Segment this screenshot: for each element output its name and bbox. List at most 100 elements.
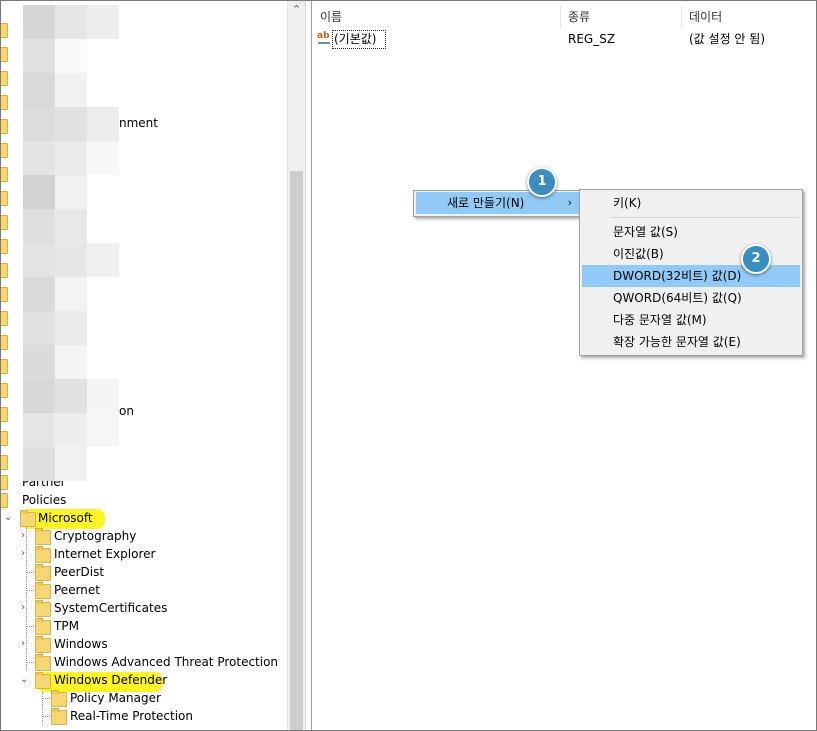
string-value-icon: ab bbox=[317, 31, 331, 45]
menu-item-label: 이진값(B) bbox=[613, 247, 664, 261]
tree-guide-line bbox=[27, 662, 34, 663]
folder-icon bbox=[35, 654, 51, 671]
tree-guide-line bbox=[43, 716, 50, 717]
folder-icon bbox=[1, 143, 8, 158]
folder-icon bbox=[51, 690, 67, 707]
tree-item-windows-atp[interactable]: Windows Advanced Threat Protection bbox=[1, 653, 285, 671]
chevron-right-icon[interactable]: › bbox=[21, 527, 25, 545]
folder-icon bbox=[1, 359, 8, 374]
step-badge-2: 2 bbox=[741, 244, 771, 274]
folder-icon bbox=[1, 311, 8, 326]
folder-icon bbox=[35, 564, 51, 581]
menu-item-label: 문자열 값(S) bbox=[613, 225, 678, 239]
folder-icon bbox=[20, 510, 36, 527]
folder-icon bbox=[35, 636, 51, 653]
tree-item-label: Real-Time Protection bbox=[70, 709, 193, 723]
tree-partial-label: nment bbox=[119, 116, 158, 130]
menu-item-label: 새로 만들기(N) bbox=[447, 196, 525, 210]
menu-item-key[interactable]: 키(K) bbox=[582, 192, 800, 214]
tree-guide-line bbox=[27, 590, 34, 591]
menu-separator bbox=[610, 217, 799, 218]
chevron-right-icon[interactable]: › bbox=[21, 635, 25, 653]
tree-item-label: TPM bbox=[54, 619, 79, 633]
chevron-up-icon[interactable]: ⌃ bbox=[288, 3, 305, 16]
tree-item-microsoft[interactable]: ⌄ Microsoft bbox=[1, 509, 121, 527]
tree-item-peernet[interactable]: Peernet bbox=[1, 581, 261, 599]
values-list: 이름 종류 데이터 ab (기본값) REG_SZ (값 설정 안 됨) bbox=[312, 1, 816, 730]
tree-item-label: Policy Manager bbox=[70, 691, 161, 705]
chevron-down-icon[interactable]: ⌄ bbox=[4, 509, 12, 527]
menu-item-new[interactable]: 새로 만들기(N) › bbox=[416, 192, 582, 214]
value-data: (값 설정 안 됨) bbox=[689, 32, 766, 46]
folder-icon bbox=[1, 287, 8, 302]
column-header-data[interactable]: 데이터 bbox=[689, 6, 722, 28]
tree-item-label: Microsoft bbox=[38, 511, 93, 525]
tree-item-label: Peernet bbox=[54, 583, 100, 597]
menu-item-label: QWORD(64비트) 값(Q) bbox=[613, 291, 742, 305]
folder-icon bbox=[35, 546, 51, 563]
scrollbar-thumb[interactable] bbox=[290, 171, 303, 730]
tree-item-policies[interactable]: Policies bbox=[1, 491, 121, 509]
tree-guide-line bbox=[27, 572, 34, 573]
registry-editor-window: nment on Partner Policies ⌄ Microsoft › … bbox=[0, 0, 817, 731]
chevron-right-icon[interactable]: › bbox=[21, 599, 25, 617]
column-separator[interactable] bbox=[560, 6, 561, 28]
menu-item-string-value[interactable]: 문자열 값(S) bbox=[582, 221, 800, 243]
folder-icon bbox=[35, 582, 51, 599]
column-separator[interactable] bbox=[681, 6, 682, 28]
tree-partial-label: on bbox=[119, 404, 134, 418]
tree-guide-line bbox=[43, 698, 50, 699]
chevron-right-icon[interactable]: › bbox=[21, 545, 25, 563]
value-name: (기본값) bbox=[334, 32, 377, 46]
value-type: REG_SZ bbox=[568, 32, 616, 46]
tree-item-internet-explorer[interactable]: › Internet Explorer bbox=[1, 545, 261, 563]
folder-icon bbox=[1, 407, 8, 422]
tree-item-windows-defender[interactable]: ⌄ Windows Defender bbox=[1, 671, 261, 689]
menu-item-qword-value[interactable]: QWORD(64비트) 값(Q) bbox=[582, 287, 800, 309]
tree-scrollbar[interactable]: ⌃ bbox=[287, 1, 305, 730]
redacted-area bbox=[23, 5, 119, 481]
tree-item-label: PeerDist bbox=[54, 565, 105, 579]
tree-item-tpm[interactable]: TPM bbox=[1, 617, 261, 635]
column-header-name[interactable]: 이름 bbox=[320, 6, 342, 28]
folder-icon bbox=[1, 47, 8, 62]
menu-item-expandable-string-value[interactable]: 확장 가능한 문자열 값(E) bbox=[582, 331, 800, 353]
folder-icon bbox=[1, 71, 8, 86]
folder-icon bbox=[1, 167, 8, 182]
folder-icon bbox=[1, 431, 8, 446]
tree-item-label: Windows bbox=[54, 637, 108, 651]
folder-icon bbox=[1, 239, 8, 254]
tree-item-label: Internet Explorer bbox=[54, 547, 156, 561]
tree-item-cryptography[interactable]: › Cryptography bbox=[1, 527, 261, 545]
step-badge-1: 1 bbox=[527, 167, 557, 197]
menu-item-label: 다중 문자열 값(M) bbox=[613, 313, 707, 327]
tree-item-label: Partner bbox=[22, 475, 66, 489]
tree-guide-line bbox=[27, 626, 34, 627]
folder-icon bbox=[35, 618, 51, 635]
tree-item-policy-manager[interactable]: Policy Manager bbox=[1, 689, 261, 707]
tree-item-partner[interactable]: Partner bbox=[1, 473, 121, 491]
folder-icon bbox=[51, 708, 67, 725]
folder-icon bbox=[1, 23, 8, 38]
folder-icon bbox=[1, 455, 8, 470]
folder-icon bbox=[1, 335, 8, 350]
folder-icon bbox=[35, 528, 51, 545]
menu-item-label: 키(K) bbox=[613, 196, 642, 210]
tree-item-label: Windows Defender bbox=[54, 673, 168, 687]
chevron-right-icon: › bbox=[567, 196, 572, 209]
context-menu: 새로 만들기(N) › bbox=[413, 190, 585, 217]
folder-icon bbox=[1, 263, 8, 278]
tree-item-real-time-protection[interactable]: Real-Time Protection bbox=[1, 707, 261, 725]
folder-icon bbox=[1, 215, 8, 230]
column-header-type[interactable]: 종류 bbox=[568, 6, 590, 28]
menu-item-multi-string-value[interactable]: 다중 문자열 값(M) bbox=[582, 309, 800, 331]
tree-item-label: Windows Advanced Threat Protection bbox=[54, 655, 279, 669]
folder-icon bbox=[35, 672, 51, 689]
tree-item-label: Policies bbox=[22, 493, 67, 507]
tree-item-windows[interactable]: › Windows bbox=[1, 635, 261, 653]
new-submenu: 키(K) 문자열 값(S) 이진값(B) DWORD(32비트) 값(D) QW… bbox=[579, 189, 803, 356]
tree-item-peerdist[interactable]: PeerDist bbox=[1, 563, 261, 581]
tree-item-systemcertificates[interactable]: › SystemCertificates bbox=[1, 599, 261, 617]
folder-icon bbox=[1, 95, 8, 110]
chevron-down-icon[interactable]: ⌄ bbox=[20, 671, 28, 689]
